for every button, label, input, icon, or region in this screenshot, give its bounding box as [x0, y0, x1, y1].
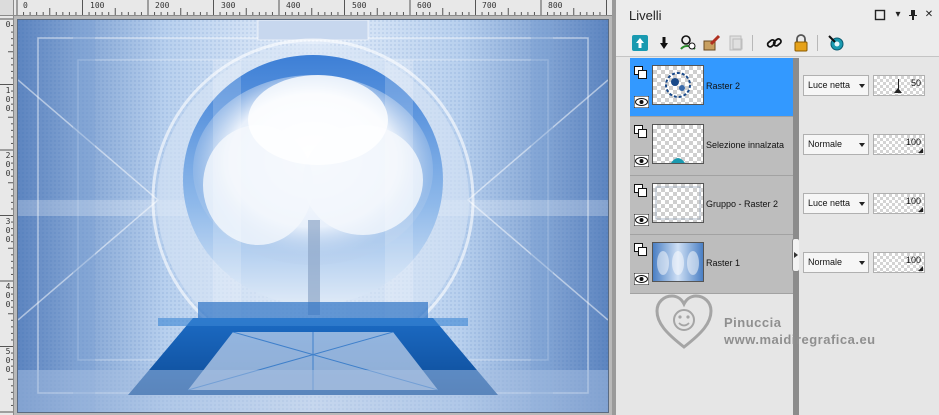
- ruler-top: 0 100 200 300 400 500 600 700 800: [14, 0, 612, 16]
- layer-row-selezione-innalzata[interactable]: Selezione innalzata: [630, 117, 793, 176]
- new-vector-layer-icon[interactable]: [654, 33, 674, 53]
- square-icon[interactable]: [874, 9, 886, 21]
- raster-layer-type-icon[interactable]: [634, 64, 647, 79]
- layer-row-gruppo-raster-2[interactable]: Gruppo - Raster 2: [630, 176, 793, 235]
- image-canvas[interactable]: [17, 19, 609, 413]
- ruler-left-label-500: 5 0 0: [5, 347, 11, 374]
- layers-panel: Livelli ▾ ✕ Raster 2 Selezione innalzata…: [616, 0, 939, 415]
- blend-mode-select[interactable]: Luce netta: [803, 75, 869, 96]
- layer-row-raster-1[interactable]: Raster 1: [630, 235, 793, 294]
- opacity-value[interactable]: 100: [906, 255, 921, 265]
- ruler-top-label-600: 600: [417, 1, 432, 10]
- layer-name[interactable]: Gruppo - Raster 2: [706, 199, 778, 209]
- eye-icon[interactable]: [633, 270, 650, 286]
- layer-row-raster-2[interactable]: Raster 2: [630, 58, 793, 117]
- heart-logo-icon: [655, 294, 713, 349]
- opacity-slider[interactable]: 100: [873, 193, 925, 214]
- link-icon[interactable]: [764, 33, 784, 53]
- ruler-top-label-200: 200: [155, 1, 170, 10]
- group-layer-type-icon[interactable]: [634, 182, 647, 197]
- layer-thumbnail: [652, 65, 704, 105]
- prop-row-selezione-innalzata: Normale 100: [799, 117, 939, 176]
- prop-row-gruppo-raster-2: Luce netta 100: [799, 176, 939, 235]
- new-raster-layer-icon[interactable]: [630, 33, 650, 53]
- toolbar-separator: [752, 35, 753, 51]
- layer-thumbnail: [652, 183, 704, 223]
- layer-name[interactable]: Raster 2: [706, 81, 740, 91]
- watermark-url: www.maidiregrafica.eu: [724, 332, 876, 347]
- opacity-value[interactable]: 100: [906, 196, 921, 206]
- prop-row-raster-1: Normale 100: [799, 235, 939, 294]
- opacity-slider[interactable]: 50: [873, 75, 925, 96]
- ruler-top-label-300: 300: [221, 1, 236, 10]
- opacity-slider[interactable]: 100: [873, 252, 925, 273]
- lock-icon[interactable]: [791, 33, 811, 53]
- blend-mode-select[interactable]: Normale: [803, 134, 869, 155]
- eye-icon[interactable]: [633, 211, 650, 227]
- opacity-slider-handle[interactable]: [918, 266, 923, 271]
- ruler-top-label-0: 0: [23, 1, 28, 10]
- opacity-value[interactable]: 50: [911, 78, 921, 88]
- ruler-left-label-300: 3 0 0: [5, 217, 11, 244]
- ruler-left-label-100: 1 0 0: [5, 86, 11, 113]
- layer-properties: Luce netta 50 Normale 100 Luce netta 100…: [799, 58, 939, 415]
- layer-name[interactable]: Raster 1: [706, 258, 740, 268]
- watermark: Pinuccia www.maidiregrafica.eu: [654, 293, 924, 353]
- ruler-left-label-200: 2 0 0: [5, 151, 11, 178]
- brush-mask-icon[interactable]: [702, 33, 722, 53]
- ruler-left: 0 1 0 0 2 0 0 3 0 0 4 0 0 5 0 0: [0, 16, 14, 415]
- ruler-top-label-700: 700: [482, 1, 497, 10]
- toolbar-separator: [817, 35, 818, 51]
- app-window: 0 100 200 300 400 500 600 700 800 0 1 0 …: [0, 0, 939, 415]
- ruler-left-label-0: 0: [5, 20, 11, 29]
- raster-layer-type-icon[interactable]: [634, 123, 647, 138]
- prop-row-raster-2: Luce netta 50: [799, 58, 939, 117]
- panel-title: Livelli: [629, 8, 662, 23]
- opacity-slider-handle[interactable]: [894, 88, 902, 93]
- ruler-top-label-500: 500: [352, 1, 367, 10]
- blend-mode-select[interactable]: Luce netta: [803, 193, 869, 214]
- pin-icon[interactable]: [907, 9, 919, 21]
- properties-icon[interactable]: [826, 33, 846, 53]
- layer-visibility-icon[interactable]: [678, 33, 698, 53]
- layer-thumbnail: [652, 124, 704, 164]
- watermark-author: Pinuccia: [724, 315, 782, 330]
- ruler-corner: [0, 0, 14, 16]
- opacity-value[interactable]: 100: [906, 137, 921, 147]
- opacity-slider-handle[interactable]: [918, 207, 923, 212]
- layers-list: Raster 2 Selezione innalzata Gruppo - Ra…: [630, 58, 793, 294]
- chevron-down-icon[interactable]: ▾: [892, 9, 904, 21]
- ruler-left-label-400: 4 0 0: [5, 282, 11, 309]
- opacity-slider[interactable]: 100: [873, 134, 925, 155]
- layer-thumbnail: [652, 242, 704, 282]
- ruler-top-label-800: 800: [548, 1, 563, 10]
- raster-layer-type-icon[interactable]: [634, 241, 647, 256]
- layer-name[interactable]: Selezione innalzata: [706, 140, 784, 150]
- canvas-artwork: [18, 20, 608, 412]
- duplicate-layer-icon[interactable]: [726, 33, 746, 53]
- ruler-top-label-400: 400: [286, 1, 301, 10]
- eye-icon[interactable]: [633, 93, 650, 109]
- close-icon[interactable]: ✕: [923, 9, 935, 21]
- panel-header: Livelli ▾ ✕: [616, 0, 939, 30]
- canvas-area[interactable]: 0 100 200 300 400 500 600 700 800 0 1 0 …: [0, 0, 612, 415]
- ruler-top-label-100: 100: [90, 1, 105, 10]
- blend-mode-select[interactable]: Normale: [803, 252, 869, 273]
- layers-toolbar: [616, 30, 939, 57]
- opacity-slider-handle[interactable]: [918, 148, 923, 153]
- eye-icon[interactable]: [633, 152, 650, 168]
